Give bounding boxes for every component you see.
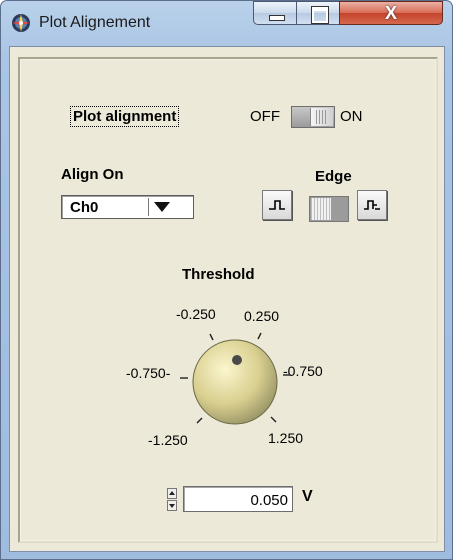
- toggle-knob: [310, 108, 333, 126]
- threshold-knob-area: -0.250 0.250 -0.750- -0.750 -1.250 1.250: [118, 300, 348, 460]
- edge-label: Edge: [315, 168, 352, 185]
- threshold-unit: V: [302, 488, 313, 505]
- on-label: ON: [340, 108, 363, 125]
- edge-toggle[interactable]: [309, 196, 349, 222]
- falling-edge-icon: [269, 200, 285, 210]
- caption-buttons: X: [253, 1, 443, 27]
- maximize-icon: [311, 6, 329, 24]
- increment-icon[interactable]: [167, 488, 177, 499]
- plot-alignment-toggle[interactable]: [291, 106, 335, 128]
- threshold-knob-svg: [180, 332, 291, 425]
- threshold-knob[interactable]: [192, 339, 278, 425]
- align-on-label: Align On: [61, 166, 124, 183]
- threshold-value-box[interactable]: [183, 486, 293, 512]
- threshold-label: Threshold: [182, 266, 255, 283]
- app-icon: [12, 14, 30, 32]
- title-bar[interactable]: Plot Alignement X: [1, 1, 452, 45]
- threshold-value-input[interactable]: [186, 489, 290, 511]
- plot-alignment-label: Plot alignment: [70, 106, 180, 127]
- knob-indicator: [232, 355, 242, 365]
- minimize-icon: [269, 15, 285, 21]
- toggle-knob: [311, 198, 331, 220]
- align-on-select[interactable]: Ch0: [61, 195, 194, 219]
- close-icon: X: [384, 3, 397, 23]
- falling-edge-button[interactable]: [262, 190, 292, 220]
- align-on-value: Ch0: [70, 199, 99, 216]
- rising-edge-button[interactable]: [357, 190, 387, 220]
- threshold-numeric: V: [166, 486, 326, 514]
- window-title: Plot Alignement: [39, 14, 151, 31]
- close-button[interactable]: X: [339, 1, 443, 25]
- minimize-button[interactable]: [253, 1, 297, 25]
- maximize-button[interactable]: [296, 1, 340, 25]
- decrement-icon[interactable]: [167, 500, 177, 511]
- off-label: OFF: [250, 108, 280, 125]
- chevron-down-icon: [154, 202, 170, 212]
- rising-edge-icon: [364, 200, 380, 210]
- threshold-spinner[interactable]: [166, 488, 178, 512]
